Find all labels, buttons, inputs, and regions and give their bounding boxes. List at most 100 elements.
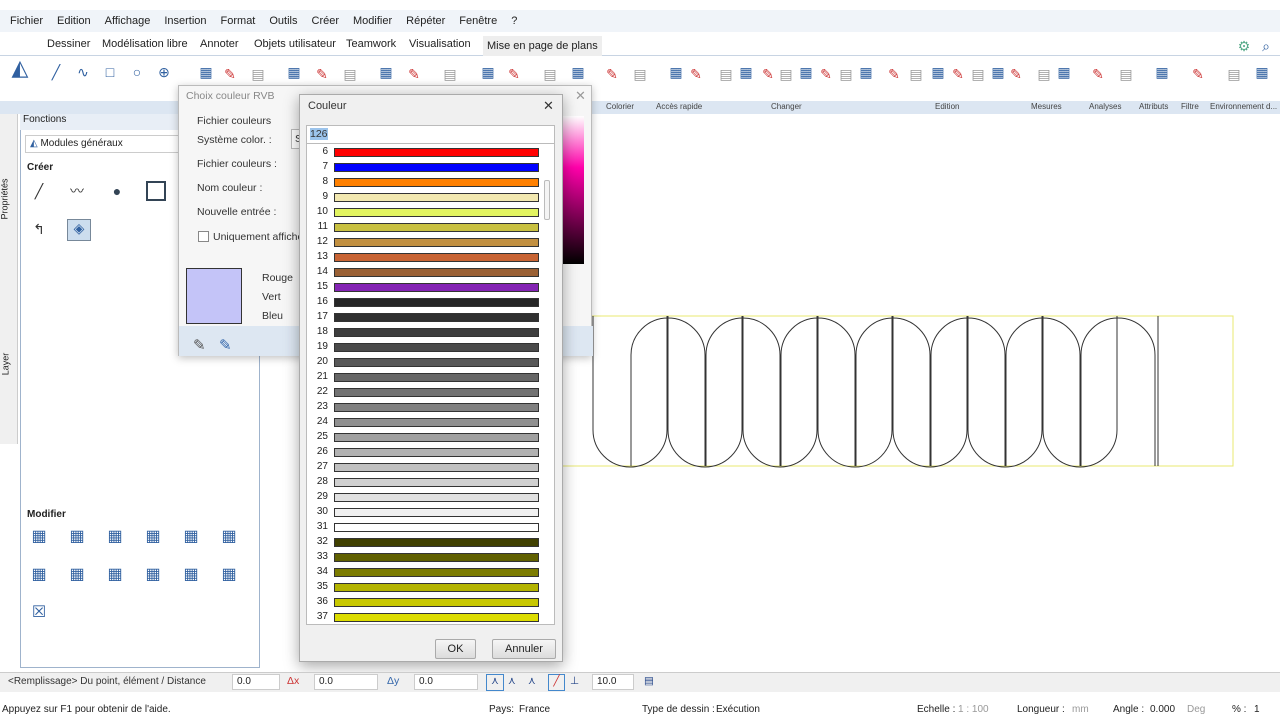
- ribbon-tool-icon[interactable]: ✎: [760, 66, 776, 82]
- resize-corner-icon[interactable]: ▦: [183, 567, 199, 583]
- edit-area-icon[interactable]: ▦: [221, 567, 237, 583]
- ribbon-tool-icon[interactable]: ▦: [668, 64, 684, 80]
- color-row[interactable]: 12: [307, 236, 547, 248]
- ribbon-tool-icon[interactable]: ▦: [1056, 64, 1072, 80]
- circle-icon[interactable]: ○: [129, 64, 145, 80]
- tab-3[interactable]: Objets utilisateur: [254, 38, 336, 50]
- color-row[interactable]: 21: [307, 371, 547, 383]
- color-row[interactable]: 20: [307, 356, 547, 368]
- ribbon-tool-icon[interactable]: ▤: [542, 66, 558, 82]
- fill-tool-icon[interactable]: ◈: [67, 219, 91, 241]
- ribbon-tool-icon[interactable]: ▦: [798, 64, 814, 80]
- ribbon-tool-icon[interactable]: ▤: [778, 66, 794, 82]
- ok-button[interactable]: OK: [435, 639, 476, 659]
- menu-item[interactable]: Insertion: [164, 15, 206, 27]
- ribbon-tool-icon[interactable]: ▦: [1154, 64, 1170, 80]
- rectangle-icon[interactable]: □: [102, 64, 118, 80]
- value-input[interactable]: 0.0: [232, 674, 280, 690]
- color-row[interactable]: 26: [307, 446, 547, 458]
- select-pattern-icon[interactable]: ▦: [31, 529, 47, 545]
- color-row[interactable]: 11: [307, 221, 547, 233]
- pattern-width-icon[interactable]: ▦: [183, 529, 199, 545]
- circle-cross-icon[interactable]: ⊕: [156, 64, 172, 80]
- polyline-tool-icon[interactable]: 〰: [69, 183, 85, 199]
- tab-4[interactable]: Teamwork: [346, 38, 396, 50]
- color-row[interactable]: 22: [307, 386, 547, 398]
- line-tool-icon[interactable]: ╱: [31, 183, 47, 199]
- color-row[interactable]: 10: [307, 206, 547, 218]
- color-row[interactable]: 28: [307, 476, 547, 488]
- pattern-height-icon[interactable]: ▦: [221, 529, 237, 545]
- tab-0[interactable]: Dessiner: [47, 38, 90, 50]
- color-row[interactable]: 29: [307, 491, 547, 503]
- ribbon-tool-icon[interactable]: ✎: [818, 66, 834, 82]
- ribbon-tool-icon[interactable]: ▤: [718, 66, 734, 82]
- color-row[interactable]: 18: [307, 326, 547, 338]
- menu-item[interactable]: ?: [511, 15, 517, 27]
- ribbon-tool-icon[interactable]: ▤: [250, 66, 266, 82]
- ribbon-tool-icon[interactable]: ▦: [198, 64, 214, 80]
- close-icon[interactable]: ✕: [543, 98, 554, 114]
- color-row[interactable]: 23: [307, 401, 547, 413]
- grid-snap-icon[interactable]: ⊥: [570, 675, 579, 687]
- ribbon-tool-icon[interactable]: ✎: [1190, 66, 1206, 82]
- save-pattern-icon[interactable]: ▦: [107, 529, 123, 545]
- ribbon-tool-icon[interactable]: ▦: [930, 64, 946, 80]
- menu-item[interactable]: Créer: [312, 15, 340, 27]
- spline-icon[interactable]: ∿: [75, 64, 91, 80]
- ribbon-tool-icon[interactable]: ✎: [604, 66, 620, 82]
- color-row[interactable]: 16: [307, 296, 547, 308]
- color-row[interactable]: 15: [307, 281, 547, 293]
- dx-input[interactable]: 0.0: [314, 674, 378, 690]
- ribbon-tool-icon[interactable]: ▤: [1226, 66, 1242, 82]
- menu-item[interactable]: Répéter: [406, 15, 445, 27]
- snap-line-icon[interactable]: ╱: [548, 674, 565, 691]
- color-spectrum[interactable]: [562, 116, 584, 264]
- ribbon-tool-icon[interactable]: ✎: [688, 66, 704, 82]
- menu-item[interactable]: Modifier: [353, 15, 392, 27]
- ribbon-tool-icon[interactable]: ▦: [570, 64, 586, 80]
- pattern-boundary[interactable]: [559, 315, 1234, 467]
- snap-point-icon[interactable]: ⋏: [486, 674, 504, 691]
- ribbon-tool-icon[interactable]: ▦: [1254, 64, 1270, 80]
- gear-icon[interactable]: ⚙: [1236, 38, 1252, 54]
- snap-end-icon[interactable]: ⋏: [528, 675, 536, 687]
- color-row[interactable]: 35: [307, 581, 547, 593]
- ribbon-tool-icon[interactable]: ▤: [908, 66, 924, 82]
- color-row[interactable]: 32: [307, 536, 547, 548]
- menu-item[interactable]: Edition: [57, 15, 91, 27]
- ribbon-tool-icon[interactable]: ✎: [1090, 66, 1106, 82]
- menu-item[interactable]: Affichage: [105, 15, 151, 27]
- tab-layer[interactable]: Layer: [0, 353, 10, 376]
- drawing-canvas[interactable]: [559, 114, 1280, 669]
- ribbon-tool-icon[interactable]: ▦: [286, 64, 302, 80]
- ribbon-tool-icon[interactable]: ▦: [378, 64, 394, 80]
- color-row[interactable]: 30: [307, 506, 547, 518]
- color-number-input[interactable]: 126: [306, 125, 555, 144]
- color-row[interactable]: 34: [307, 566, 547, 578]
- copy-pattern-icon[interactable]: ▦: [69, 529, 85, 545]
- ribbon-tool-icon[interactable]: ▤: [1036, 66, 1052, 82]
- rectangle-tool-icon[interactable]: [146, 181, 166, 201]
- delete-pattern-icon[interactable]: ▦: [145, 529, 161, 545]
- ribbon-tool-icon[interactable]: ▦: [990, 64, 1006, 80]
- ribbon-tool-icon[interactable]: ▤: [632, 66, 648, 82]
- color-row[interactable]: 36: [307, 596, 547, 608]
- ribbon-tool-icon[interactable]: ▤: [342, 66, 358, 82]
- close-x-icon[interactable]: ☒: [31, 605, 47, 621]
- ribbon-tool-icon[interactable]: ✎: [886, 66, 902, 82]
- point-tool-icon[interactable]: ●: [109, 183, 125, 199]
- menu-item[interactable]: Outils: [269, 15, 297, 27]
- tab-properties[interactable]: Propriétés: [0, 178, 10, 219]
- menu-item[interactable]: Fichier: [10, 15, 43, 27]
- color-row[interactable]: 19: [307, 341, 547, 353]
- color-row[interactable]: 31: [307, 521, 547, 533]
- pattern-text-icon[interactable]: ▦: [69, 567, 85, 583]
- ribbon-tool-icon[interactable]: ▤: [970, 66, 986, 82]
- search-icon[interactable]: ⌕: [1258, 38, 1274, 54]
- tab-1[interactable]: Modélisation libre: [102, 38, 188, 50]
- color-row[interactable]: 14: [307, 266, 547, 278]
- only-show-checkbox[interactable]: [198, 231, 209, 242]
- angle-value[interactable]: 0.000: [1150, 704, 1175, 715]
- color-list[interactable]: 6 7 8 9 10 11 12 13 14 15 16 17 18 19 20 21 22 23 24 25 26 27…: [306, 143, 555, 625]
